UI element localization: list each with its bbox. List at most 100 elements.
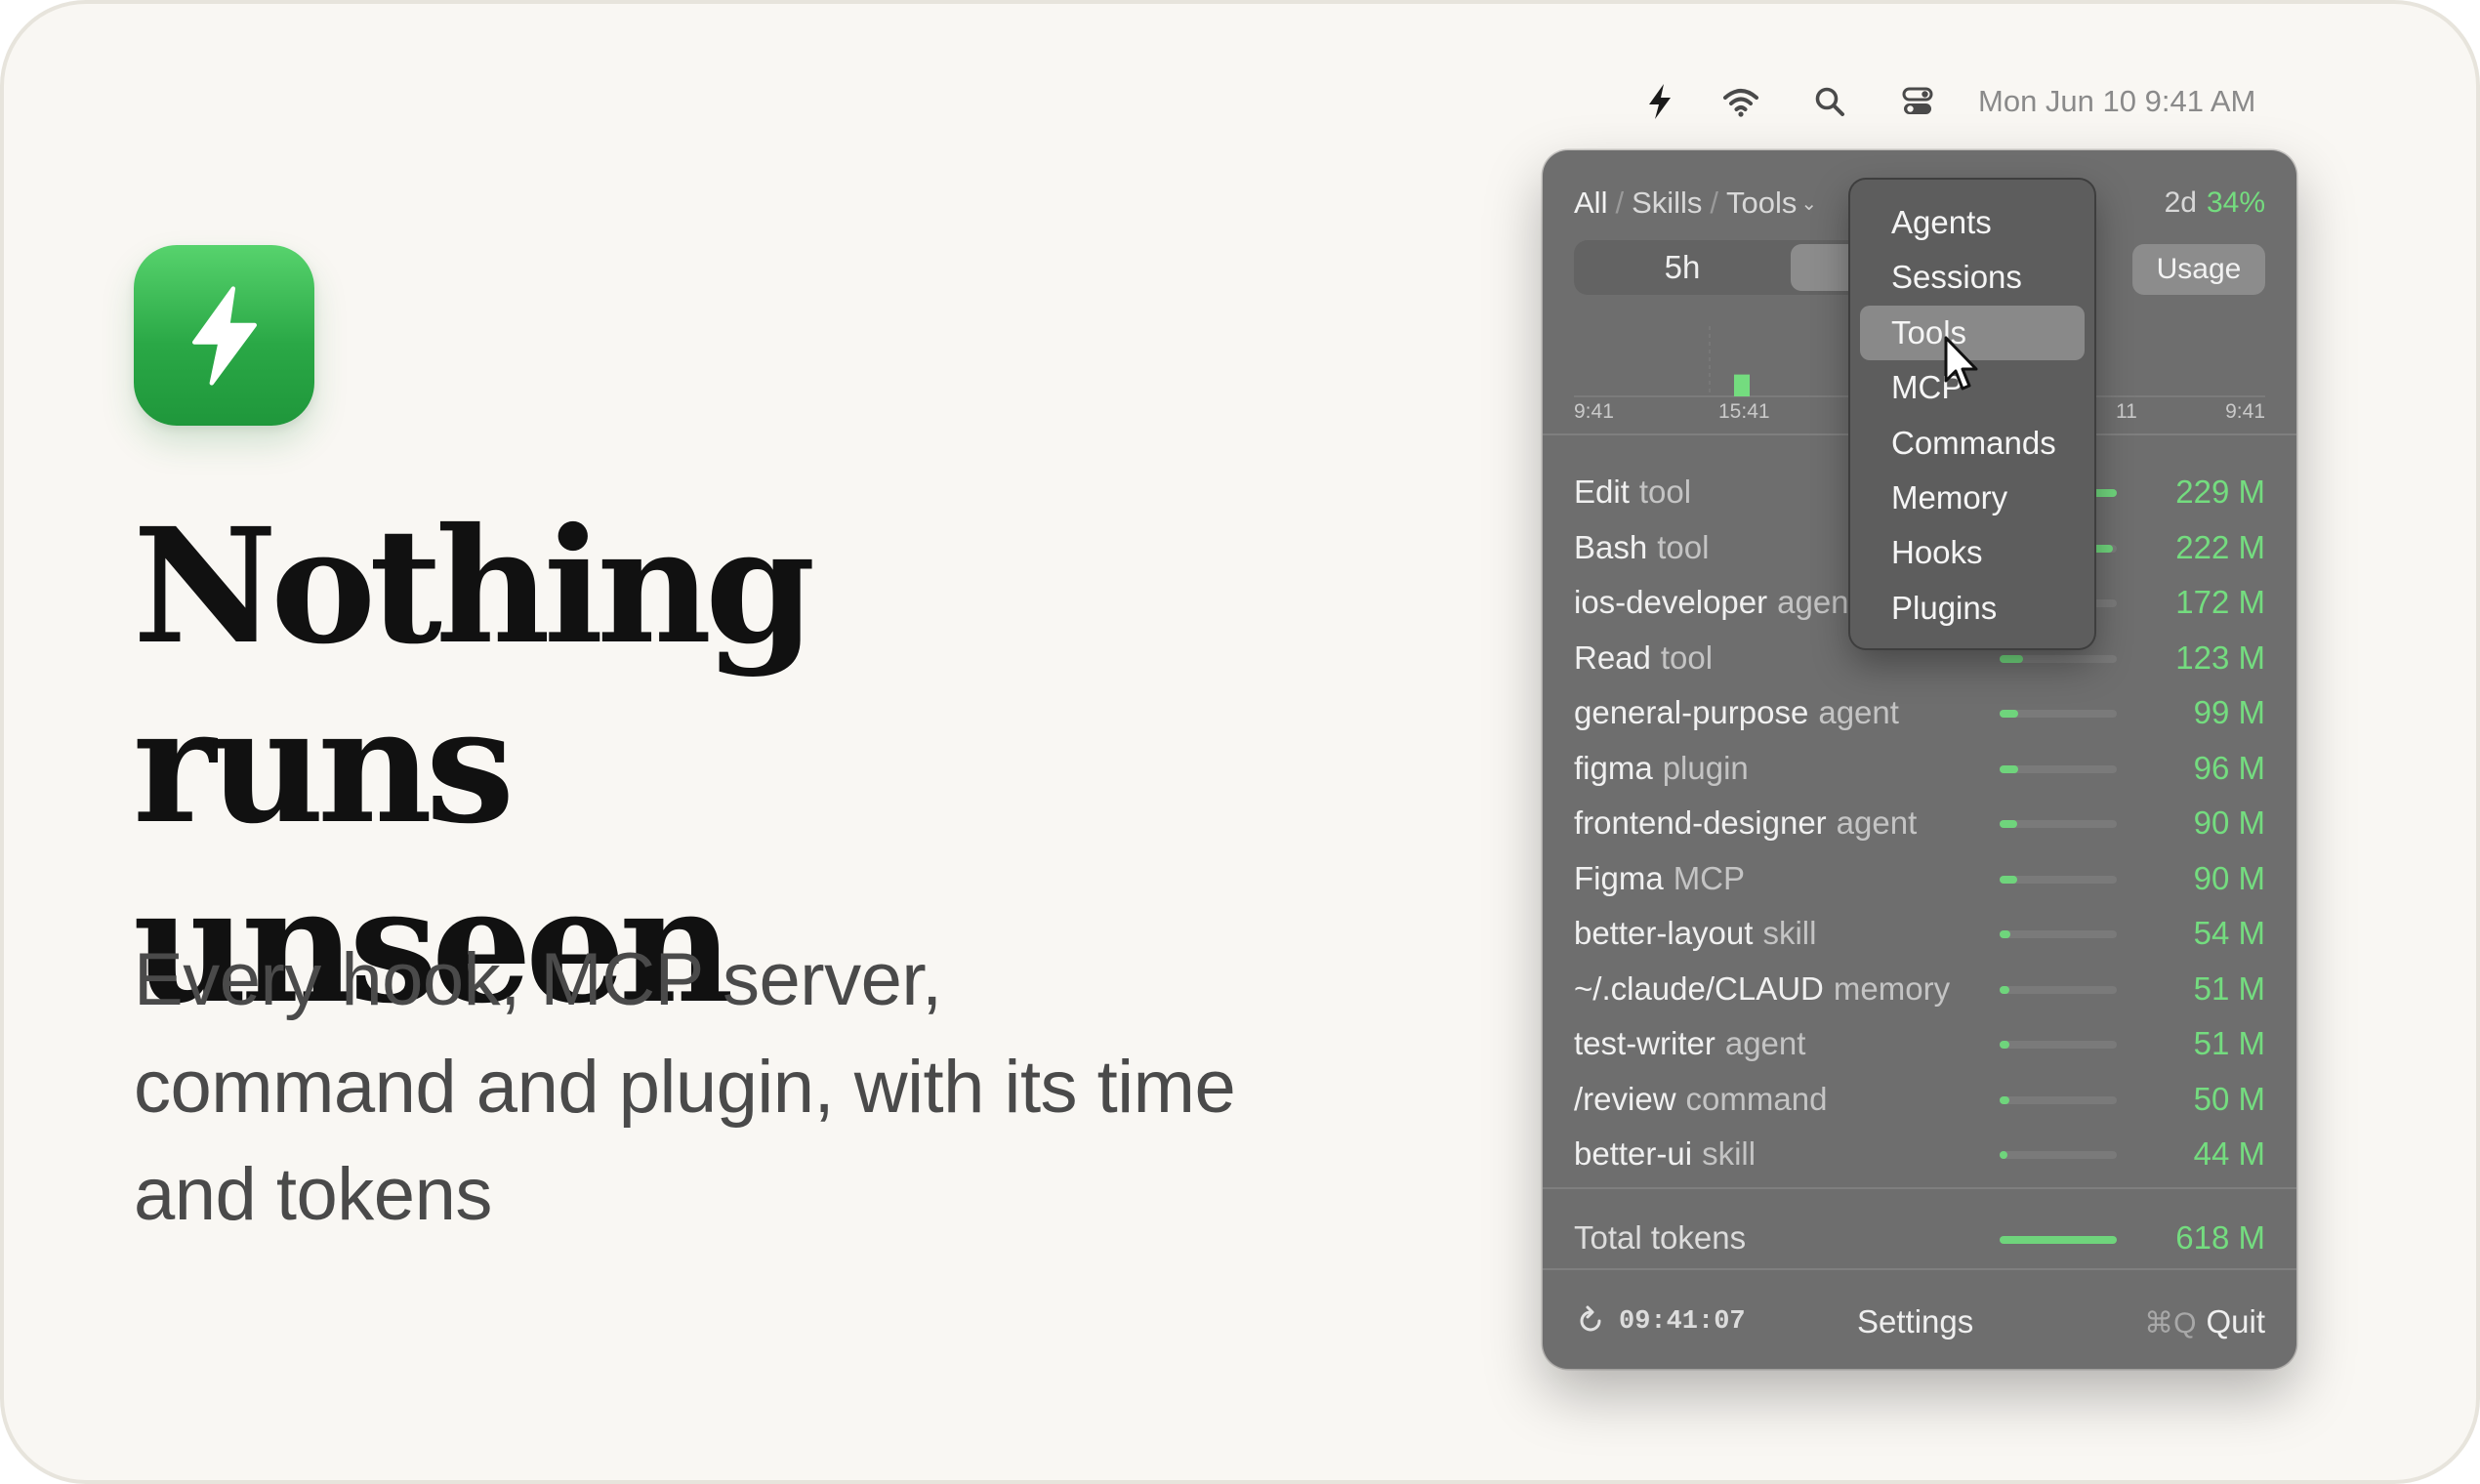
breadcrumb-skills[interactable]: Skills — [1632, 186, 1702, 220]
usage-row[interactable]: frontend-designer agent 90 M — [1574, 794, 2265, 849]
quit-shortcut: ⌘Q — [2144, 1307, 2197, 1340]
footer: 09:41:07 Settings ⌘Q Quit — [1574, 1293, 2265, 1351]
menubar-lightning-bolt-icon[interactable] — [1640, 80, 1679, 123]
menubar-clock[interactable]: Mon Jun 10 9:41 AM — [1978, 80, 2255, 123]
marketing-frame: Nothing runs unseen Every hook, MCP serv… — [0, 0, 2480, 1484]
usage-row-value: 96 M — [2193, 749, 2265, 786]
usage-row-kind: agent — [1724, 1025, 1806, 1061]
usage-row-name: Figma MCP — [1574, 859, 1994, 898]
usage-row-title: better-layout — [1574, 915, 1754, 951]
usage-row[interactable]: general-purpose agent 99 M — [1574, 683, 2265, 739]
window-stat: 2d 34% — [2165, 182, 2265, 225]
usage-row-kind: skill — [1762, 915, 1817, 951]
usage-row-name: figma plugin — [1574, 749, 1994, 788]
menu-item-memory[interactable]: Memory — [1860, 471, 2085, 525]
chart-time-label: 11 — [2116, 400, 2137, 423]
breadcrumb-tools[interactable]: Tools — [1726, 186, 1797, 220]
usage-row-kind: agent — [1777, 584, 1858, 620]
window-age: 2d — [2164, 186, 2197, 219]
usage-row-title: /review — [1574, 1080, 1676, 1117]
usage-row-title: better-ui — [1574, 1135, 1693, 1172]
usage-row-title: Bash — [1574, 528, 1648, 565]
chart-time-label: 9:41 — [1574, 400, 1614, 423]
menu-item-plugins[interactable]: Plugins — [1860, 581, 2085, 636]
menu-item-hooks[interactable]: Hooks — [1860, 525, 2085, 580]
usage-row-bar — [2000, 985, 2117, 994]
chart-bar — [1734, 374, 1750, 396]
usage-row-kind: command — [1685, 1080, 1828, 1117]
range-5h-button[interactable]: 5h — [1578, 244, 1787, 291]
menu-item-sessions[interactable]: Sessions — [1860, 250, 2085, 305]
total-row: Total tokens 618 M — [1574, 1205, 2265, 1273]
usage-row-kind: tool — [1660, 639, 1714, 676]
settings-button[interactable]: Settings — [1857, 1302, 1973, 1341]
usage-row-bar-fill — [2000, 710, 2019, 718]
usage-row-kind: plugin — [1662, 749, 1749, 786]
usage-row-value: 51 M — [2193, 969, 2265, 1007]
usage-row-bar-fill — [2000, 875, 2017, 884]
usage-row[interactable]: ~/.claude/CLAUD memory 51 M — [1574, 960, 2265, 1015]
usage-row-bar — [2000, 710, 2117, 718]
usage-row-bar-fill — [2000, 1041, 2009, 1049]
chart-time-label: 9:41 — [2225, 400, 2265, 423]
refresh-icon[interactable] — [1574, 1304, 1607, 1338]
usage-row-name: frontend-designer agent — [1574, 804, 1994, 843]
usage-row-bar-fill — [2000, 985, 2009, 994]
usage-row-name: better-ui skill — [1574, 1134, 1994, 1174]
usage-row-bar — [2000, 764, 2117, 773]
quit-button[interactable]: ⌘Q Quit — [2144, 1302, 2265, 1343]
usage-row-value: 44 M — [2193, 1135, 2265, 1172]
quit-label: Quit — [2206, 1303, 2265, 1340]
usage-row-bar — [2000, 820, 2117, 828]
usage-row-value: 54 M — [2193, 915, 2265, 951]
usage-row-value: 123 M — [2175, 639, 2265, 676]
subheadline-line: Every hook, MCP server, — [134, 938, 942, 1021]
refresh-time: 09:41:07 — [1619, 1307, 1746, 1337]
subheadline: Every hook, MCP server, command and plug… — [134, 927, 1354, 1249]
usage-row-bar-fill — [2000, 1151, 2008, 1159]
breadcrumb-separator: / — [1710, 186, 1719, 220]
usage-row-kind: tool — [1638, 474, 1692, 510]
usage-row-bar-fill — [2000, 764, 2019, 773]
usage-button[interactable]: Usage — [2132, 244, 2265, 295]
divider — [1543, 1268, 2296, 1270]
breadcrumb-separator: / — [1615, 186, 1625, 220]
usage-row-title: Edit — [1574, 474, 1630, 510]
menu-item-commands[interactable]: Commands — [1860, 416, 2085, 471]
breadcrumb-all[interactable]: All — [1574, 186, 1607, 220]
usage-row-value: 172 M — [2175, 584, 2265, 620]
usage-row-bar-fill — [2000, 654, 2023, 663]
usage-row-kind: memory — [1833, 969, 1951, 1007]
mouse-pointer-icon — [1944, 336, 1978, 391]
usage-row-name: better-layout skill — [1574, 914, 1994, 953]
usage-row[interactable]: better-layout skill 54 M — [1574, 904, 2265, 960]
usage-row-bar — [2000, 1151, 2117, 1159]
chevron-down-icon[interactable]: ⌄ — [1800, 193, 1817, 215]
usage-row[interactable]: test-writer agent 51 M — [1574, 1014, 2265, 1070]
usage-row-title: general-purpose — [1574, 694, 1809, 730]
breadcrumb: All / Skills / Tools ⌄ — [1574, 182, 1817, 225]
control-center-icon[interactable] — [1898, 80, 1937, 123]
usage-row-value: 90 M — [2193, 804, 2265, 841]
usage-row-title: test-writer — [1574, 1025, 1715, 1061]
usage-row-value: 90 M — [2193, 859, 2265, 896]
menu-item-agents[interactable]: Agents — [1860, 195, 2085, 250]
usage-row[interactable]: figma plugin 96 M — [1574, 739, 2265, 795]
total-value: 618 M — [2175, 1219, 2265, 1256]
divider — [1543, 1187, 2296, 1189]
usage-row-bar — [2000, 875, 2117, 884]
usage-row-name: /review command — [1574, 1080, 1994, 1119]
total-bar — [2000, 1236, 2117, 1244]
window-percent: 34% — [2206, 186, 2265, 219]
subheadline-line: and tokens — [134, 1153, 492, 1236]
usage-row-value: 50 M — [2193, 1080, 2265, 1117]
usage-row[interactable]: Figma MCP 90 M — [1574, 849, 2265, 905]
usage-row-bar-fill — [2000, 1095, 2009, 1104]
search-icon[interactable] — [1810, 80, 1849, 123]
usage-row-title: figma — [1574, 749, 1653, 786]
usage-row[interactable]: /review command 50 M — [1574, 1070, 2265, 1126]
app-icon — [134, 245, 314, 426]
wifi-icon[interactable] — [1718, 80, 1763, 123]
usage-row-title: Figma — [1574, 859, 1664, 896]
usage-row[interactable]: better-ui skill 44 M — [1574, 1125, 2265, 1180]
